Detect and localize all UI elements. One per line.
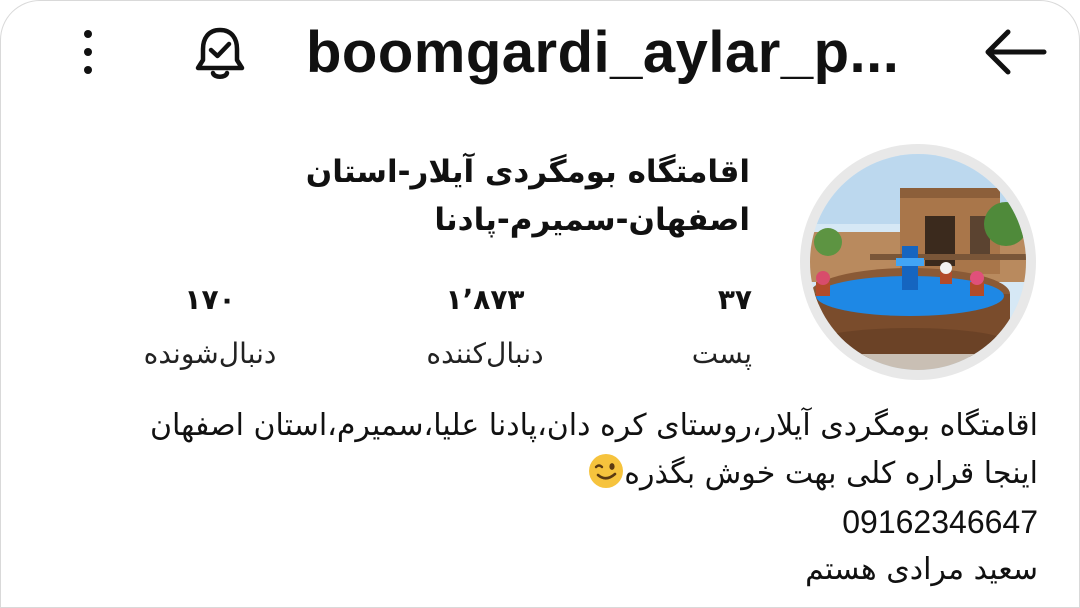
following-stat[interactable]: ۱۷۰ دنبال‌شونده (120, 280, 300, 374)
posts-count: ۳۷ (717, 283, 752, 316)
bio-line-4: سعید مرادی هستم (805, 552, 1038, 587)
following-label: دنبال‌شونده (143, 337, 277, 370)
profile-display-name: اقامتگاه بومگردی آیلار-استان اصفهان-سمیر… (270, 148, 750, 244)
posts-stat[interactable]: ۳۷ پست (630, 280, 752, 374)
followers-label: دنبال‌کننده (426, 337, 544, 370)
bio-line-2-text: اینجا قراره کلی بهت خوش بگذره (624, 456, 1038, 491)
followers-stat[interactable]: ۱٬۸۷۳ دنبال‌کننده (400, 280, 570, 374)
following-count: ۱۷۰ (184, 283, 236, 316)
display-name-line-1: اقامتگاه بومگردی آیلار-استان (305, 154, 750, 190)
posts-label: پست (691, 337, 752, 370)
profile-photo (810, 154, 1026, 370)
bio-line-1: اقامتگاه بومگردی آیلار،روستای کره دان،پا… (149, 408, 1038, 443)
more-options-icon[interactable] (76, 28, 100, 76)
bio-line-2: اینجا قراره کلی بهت خوش بگذره (38, 450, 1038, 498)
profile-screen: boomgardi_aylar_p... اقامتگاه بومگردی آی… (0, 0, 1080, 608)
back-arrow-icon[interactable] (980, 26, 1050, 78)
notification-bell-icon[interactable] (190, 24, 250, 84)
profile-username[interactable]: boomgardi_aylar_p... (306, 18, 926, 88)
followers-count: ۱٬۸۷۳ (445, 283, 525, 316)
display-name-line-2: اصفهان-سمیرم-پادنا (434, 202, 750, 238)
winking-face-emoji-icon (589, 454, 624, 488)
bio-phone-number[interactable]: 09162346647 (38, 498, 1038, 546)
top-app-bar: boomgardi_aylar_p... (0, 0, 1080, 110)
avatar[interactable] (800, 144, 1036, 380)
profile-bio: اقامتگاه بومگردی آیلار،روستای کره دان،پا… (38, 402, 1038, 594)
profile-photo-image (810, 154, 1026, 370)
